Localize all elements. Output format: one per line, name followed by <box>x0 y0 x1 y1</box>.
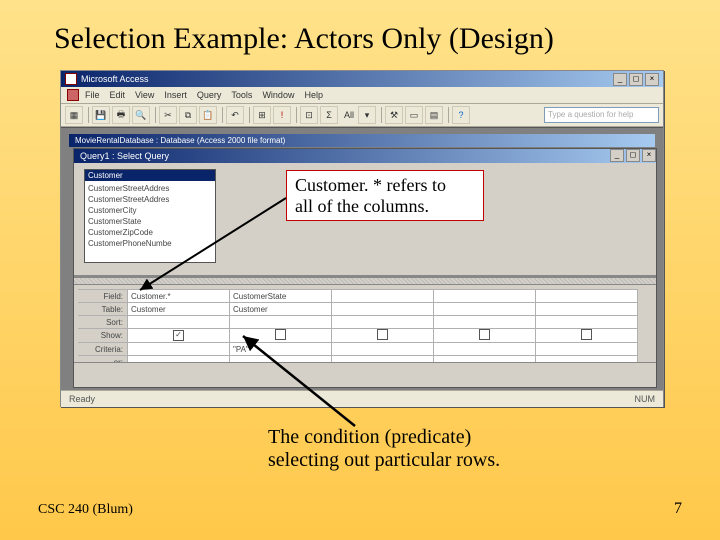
cut-button[interactable]: ✂ <box>159 106 177 124</box>
copy-button[interactable]: ⧉ <box>179 106 197 124</box>
footer-course: CSC 240 (Blum) <box>38 502 133 518</box>
mdi-control-icon[interactable] <box>67 89 79 101</box>
menu-insert[interactable]: Insert <box>164 90 187 100</box>
top-values-label[interactable]: All <box>344 110 354 120</box>
cell-field-1[interactable]: CustomerState <box>230 290 332 303</box>
callout1-line1: Customer. * refers to <box>295 175 475 196</box>
menu-view[interactable]: View <box>135 90 154 100</box>
table-field-list[interactable]: CustomerStreetAddres CustomerStreetAddre… <box>85 181 215 251</box>
cell-field-2[interactable] <box>332 290 434 303</box>
query-window-title: Query1 : Select Query <box>80 149 169 163</box>
cell-field-0[interactable]: Customer.* <box>128 290 230 303</box>
view-button[interactable]: ▦ <box>65 106 83 124</box>
cell-criteria-1[interactable]: "PA" <box>230 343 332 356</box>
access-app-icon <box>65 73 77 85</box>
callout2-line1: The condition (predicate) <box>268 426 500 449</box>
db-window-button[interactable]: ▭ <box>405 106 423 124</box>
db-window-titlebar[interactable]: MovieRentalDatabase : Database (Access 2… <box>69 134 655 147</box>
show-checkbox-4[interactable] <box>581 329 592 340</box>
row-header-sort: Sort: <box>78 316 128 329</box>
print-button[interactable]: 🖶 <box>112 106 130 124</box>
slide: Selection Example: Actors Only (Design) … <box>0 0 720 540</box>
properties-button[interactable]: ▾ <box>358 106 376 124</box>
preview-button[interactable]: 🔍 <box>132 106 150 124</box>
query-minimize-button[interactable]: _ <box>610 149 624 162</box>
access-window: Microsoft Access _ ◻ × File Edit View In… <box>60 70 664 407</box>
menu-edit[interactable]: Edit <box>110 90 126 100</box>
minimize-button[interactable]: _ <box>613 73 627 86</box>
field-item[interactable]: CustomerStreetAddres <box>88 183 212 194</box>
query-type-button[interactable]: ⊞ <box>253 106 271 124</box>
query-close-button[interactable]: × <box>642 149 656 162</box>
show-checkbox-1[interactable] <box>275 329 286 340</box>
query-window-titlebar[interactable]: Query1 : Select Query _ ◻ × <box>74 149 656 163</box>
row-header-table: Table: <box>78 303 128 316</box>
page-number: 7 <box>674 500 682 518</box>
cell-field-4[interactable] <box>536 290 638 303</box>
build-button[interactable]: ⚒ <box>385 106 403 124</box>
cell-table-1[interactable]: Customer <box>230 303 332 316</box>
menu-tools[interactable]: Tools <box>231 90 252 100</box>
help-button[interactable]: ? <box>452 106 470 124</box>
qbe-grid[interactable]: Field: Customer.* CustomerState Table: C… <box>78 289 638 369</box>
menu-window[interactable]: Window <box>262 90 294 100</box>
field-item[interactable]: CustomerCity <box>88 205 212 216</box>
table-customer[interactable]: Customer CustomerStreetAddres CustomerSt… <box>84 169 216 263</box>
cell-table-0[interactable]: Customer <box>128 303 230 316</box>
qbe-grid-pane: Field: Customer.* CustomerState Table: C… <box>74 285 656 375</box>
query-maximize-button[interactable]: ◻ <box>626 149 640 162</box>
field-item[interactable]: CustomerState <box>88 216 212 227</box>
app-title: Microsoft Access <box>81 74 149 84</box>
new-object-button[interactable]: ▤ <box>425 106 443 124</box>
table-box-title: Customer <box>85 170 215 181</box>
callout-predicate: The condition (predicate) selecting out … <box>268 426 500 472</box>
callout-customer-star: Customer. * refers to all of the columns… <box>286 170 484 221</box>
row-header-show: Show: <box>78 329 128 343</box>
status-ready: Ready <box>69 394 95 404</box>
cell-field-3[interactable] <box>434 290 536 303</box>
statusbar: Ready NUM <box>61 390 663 407</box>
row-header-criteria: Criteria: <box>78 343 128 356</box>
run-button[interactable]: ! <box>273 106 291 124</box>
menu-file[interactable]: File <box>85 90 100 100</box>
show-checkbox-3[interactable] <box>479 329 490 340</box>
menu-help[interactable]: Help <box>304 90 323 100</box>
status-numlock: NUM <box>635 394 656 404</box>
paste-button[interactable]: 📋 <box>199 106 217 124</box>
grid-horizontal-scrollbar[interactable] <box>74 362 656 375</box>
show-checkbox-0[interactable]: ✓ <box>173 330 184 341</box>
callout2-line2: selecting out particular rows. <box>268 449 500 472</box>
pane-splitter[interactable] <box>74 277 656 285</box>
toolbar: ▦ 💾 🖶 🔍 ✂ ⧉ 📋 ↶ ⊞ ! ⊡ Σ All ▾ ⚒ ▭ ▤ ? T <box>61 104 663 127</box>
menu-query[interactable]: Query <box>197 90 222 100</box>
menubar: File Edit View Insert Query Tools Window… <box>61 87 663 104</box>
totals-button[interactable]: Σ <box>320 106 338 124</box>
slide-title: Selection Example: Actors Only (Design) <box>54 22 690 56</box>
save-button[interactable]: 💾 <box>92 106 110 124</box>
mdi-workspace: MovieRentalDatabase : Database (Access 2… <box>61 127 663 390</box>
row-header-field: Field: <box>78 290 128 303</box>
callout1-line2: all of the columns. <box>295 196 475 217</box>
show-table-button[interactable]: ⊡ <box>300 106 318 124</box>
app-titlebar: Microsoft Access _ ◻ × <box>61 71 663 87</box>
field-item[interactable]: CustomerZipCode <box>88 227 212 238</box>
maximize-button[interactable]: ◻ <box>629 73 643 86</box>
field-item[interactable]: CustomerPhoneNumbe <box>88 238 212 249</box>
help-search-input[interactable]: Type a question for help <box>544 107 659 123</box>
close-button[interactable]: × <box>645 73 659 86</box>
undo-button[interactable]: ↶ <box>226 106 244 124</box>
show-checkbox-2[interactable] <box>377 329 388 340</box>
field-item[interactable]: CustomerStreetAddres <box>88 194 212 205</box>
